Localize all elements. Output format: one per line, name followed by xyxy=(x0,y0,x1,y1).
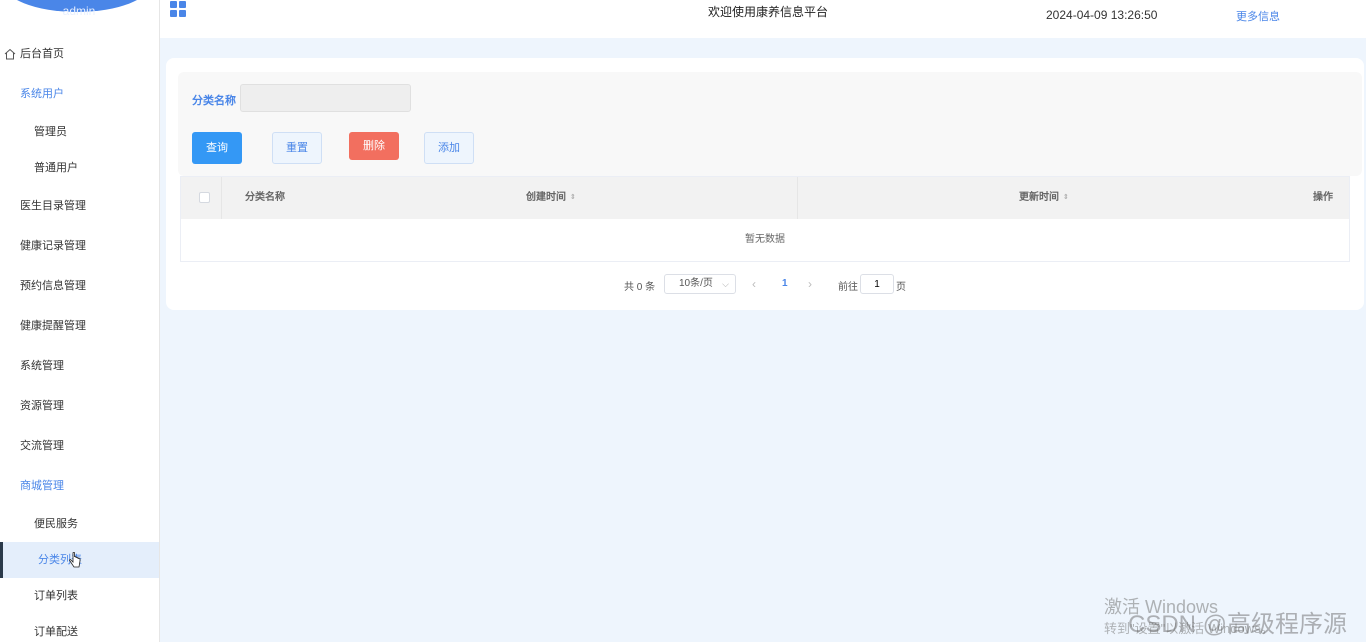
sidebar-item-doctors[interactable]: 医生目录管理 xyxy=(0,186,159,226)
table-header: 分类名称 创建时间 ⇕ 更新时间 ⇕ 操作 xyxy=(181,177,1349,219)
column-divider xyxy=(797,177,798,219)
empty-table-text: 暂无数据 xyxy=(745,234,785,245)
column-updated-time[interactable]: 更新时间 ⇕ xyxy=(1019,177,1069,219)
sidebar-item-label: 资源管理 xyxy=(20,400,64,412)
goto-label: 前往 xyxy=(838,282,858,293)
column-divider xyxy=(221,177,222,219)
sidebar-item-category-list[interactable]: 分类列表 xyxy=(0,542,159,578)
sidebar-item-resources[interactable]: 资源管理 xyxy=(0,386,159,426)
column-created-time[interactable]: 创建时间 ⇕ xyxy=(526,177,576,219)
sidebar-item-label: 系统用户 xyxy=(20,88,64,100)
sidebar-item-label: 交流管理 xyxy=(20,440,64,452)
sidebar-item-label: 订单配送 xyxy=(34,626,78,638)
page-size-select[interactable]: 10条/页 ⌵ xyxy=(664,274,736,294)
add-button[interactable]: 添加 xyxy=(424,132,474,164)
sidebar-item-communication[interactable]: 交流管理 xyxy=(0,426,159,466)
sidebar-item-health-records[interactable]: 健康记录管理 xyxy=(0,226,159,266)
sidebar-item-label: 系统管理 xyxy=(20,360,64,372)
sidebar-item-order-list[interactable]: 订单列表 xyxy=(0,578,159,614)
username: admin xyxy=(62,4,96,18)
pagination: 共 0 条 10条/页 ⌵ ‹ 1 › 前往 页 xyxy=(166,274,1364,296)
prev-page-icon[interactable]: ‹ xyxy=(752,277,756,291)
hand-cursor-icon xyxy=(69,552,81,568)
sidebar-item-label: 订单列表 xyxy=(34,590,78,602)
sidebar-item-label: 便民服务 xyxy=(34,518,78,530)
sidebar-item-health-reminders[interactable]: 健康提醒管理 xyxy=(0,306,159,346)
select-all-checkbox[interactable] xyxy=(199,192,210,203)
csdn-watermark: CSDN @高级程序源 xyxy=(1128,611,1348,638)
page-size-value: 10条/页 xyxy=(679,278,713,289)
sidebar-item-label: 健康提醒管理 xyxy=(20,320,86,332)
reset-button[interactable]: 重置 xyxy=(272,132,322,164)
column-category-name: 分类名称 xyxy=(245,192,285,203)
grid-menu-icon[interactable] xyxy=(170,1,186,17)
next-page-icon[interactable]: › xyxy=(808,277,812,291)
page-unit-label: 页 xyxy=(896,282,906,293)
main-card: 分类名称 查询 重置 删除 添加 分类名称 创建时间 ⇕ 更新时间 ⇕ 操作 暂无数… xyxy=(166,58,1364,310)
home-icon xyxy=(4,48,16,60)
sort-icon[interactable]: ⇕ xyxy=(1063,194,1069,201)
sidebar-item-home[interactable]: 后台首页 xyxy=(0,34,159,74)
sidebar-item-label: 后台首页 xyxy=(20,48,64,60)
sidebar: admin 后台首页 系统用户 管理员 普通用户 医生目录管理 健康记录管理 预… xyxy=(0,0,160,642)
sidebar-item-label: 预约信息管理 xyxy=(20,280,86,292)
sidebar-item-label: 医生目录管理 xyxy=(20,200,86,212)
category-name-label: 分类名称 xyxy=(192,95,236,107)
sidebar-item-order-delivery[interactable]: 订单配送 xyxy=(0,614,159,642)
current-page-number[interactable]: 1 xyxy=(782,278,788,289)
data-table: 分类名称 创建时间 ⇕ 更新时间 ⇕ 操作 暂无数据 xyxy=(180,176,1350,262)
sidebar-item-label: 商城管理 xyxy=(20,480,64,492)
sort-icon[interactable]: ⇕ xyxy=(570,194,576,201)
sidebar-group-mall[interactable]: 商城管理 xyxy=(0,466,159,506)
sidebar-item-label: 管理员 xyxy=(34,126,67,138)
sidebar-item-normal-users[interactable]: 普通用户 xyxy=(0,150,159,186)
chevron-down-icon: ⌵ xyxy=(722,279,729,289)
delete-button[interactable]: 删除 xyxy=(349,132,399,160)
sidebar-item-admin[interactable]: 管理员 xyxy=(0,114,159,150)
sidebar-item-label: 健康记录管理 xyxy=(20,240,86,252)
pagination-total: 共 0 条 xyxy=(624,282,656,293)
topbar: 欢迎使用康养信息平台 2024-04-09 13:26:50 更多信息 xyxy=(160,0,1366,38)
search-panel: 分类名称 查询 重置 删除 添加 xyxy=(178,72,1362,176)
column-actions: 操作 xyxy=(1313,192,1333,203)
datetime-display: 2024-04-09 13:26:50 xyxy=(1046,8,1158,22)
sidebar-item-system[interactable]: 系统管理 xyxy=(0,346,159,386)
more-info-link[interactable]: 更多信息 xyxy=(1236,8,1280,24)
column-label: 更新时间 xyxy=(1019,192,1059,203)
sidebar-item-appointments[interactable]: 预约信息管理 xyxy=(0,266,159,306)
sidebar-menu: 后台首页 系统用户 管理员 普通用户 医生目录管理 健康记录管理 预约信息管理 … xyxy=(0,34,159,642)
query-button[interactable]: 查询 xyxy=(192,132,242,164)
column-label: 创建时间 xyxy=(526,192,566,203)
sidebar-group-system-users[interactable]: 系统用户 xyxy=(0,74,159,114)
goto-page-input[interactable] xyxy=(860,274,894,294)
category-name-input[interactable] xyxy=(240,84,411,112)
page-title: 欢迎使用康养信息平台 xyxy=(708,5,829,19)
sidebar-item-label: 普通用户 xyxy=(34,162,78,174)
sidebar-item-services[interactable]: 便民服务 xyxy=(0,506,159,542)
